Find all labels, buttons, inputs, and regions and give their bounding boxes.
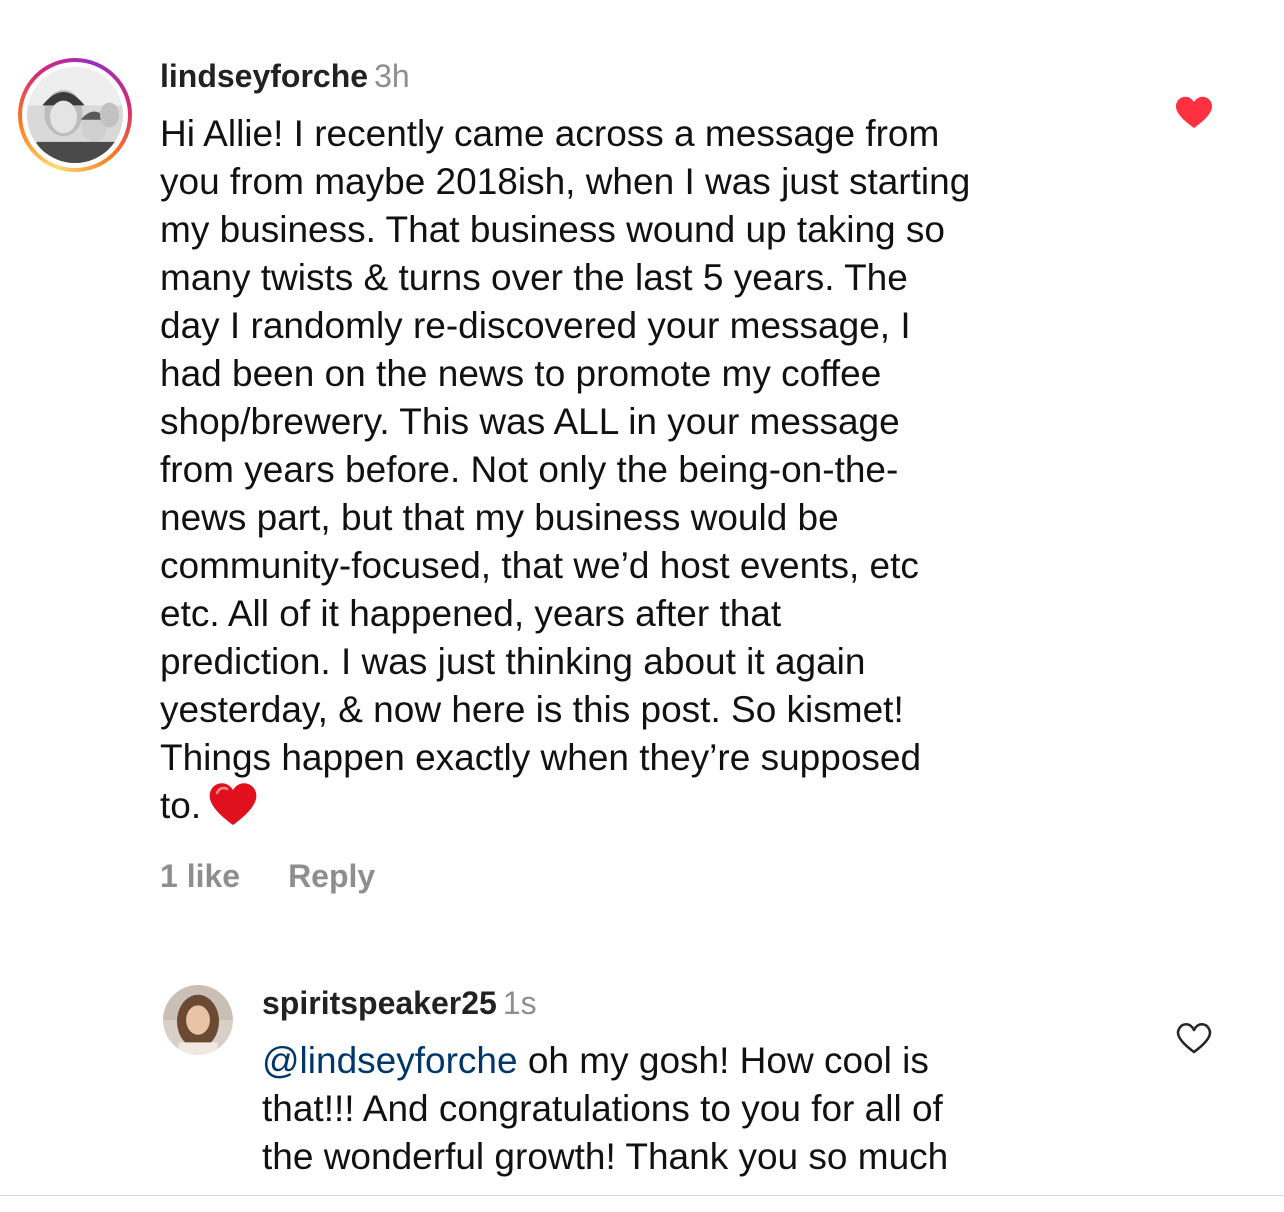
comment-line: etc. All of it happened, years after tha… <box>160 593 782 634</box>
red-heart-emoji <box>209 783 257 826</box>
comment-header: lindseyforche 3h <box>160 56 410 96</box>
comment-line: the wonderful growth! Thank you so much <box>262 1136 949 1177</box>
comment-actions: 1 like Reply <box>160 856 375 896</box>
mention-link[interactable]: @lindseyforche <box>262 1040 518 1081</box>
heart-outline-icon[interactable] <box>1174 1020 1214 1056</box>
comment-line: had been on the news to promote my coffe… <box>160 353 882 394</box>
comment-text: @lindseyforche oh my gosh! How cool is t… <box>262 1037 948 1181</box>
comments-screen: lindseyforche 3h Hi Allie! I recently cam… <box>0 0 1284 1212</box>
timestamp: 1s <box>502 985 537 1021</box>
comment-line: shop/brewery. This was ALL in your messa… <box>160 401 900 442</box>
bottom-divider <box>0 1195 1284 1196</box>
comment-line-last: to. <box>160 782 970 830</box>
heart-filled-icon[interactable] <box>1174 94 1214 130</box>
comment-line: many twists & turns over the last 5 year… <box>160 257 908 298</box>
timestamp: 3h <box>374 58 410 94</box>
comment-line: you from maybe 2018ish, when I was just … <box>160 161 971 202</box>
avatar-spiritspeaker25[interactable] <box>163 985 233 1055</box>
username[interactable]: lindseyforche <box>160 58 368 94</box>
comment-header: spiritspeaker25 1s <box>262 983 537 1023</box>
username[interactable]: spiritspeaker25 <box>262 985 497 1021</box>
comment-text: Hi Allie! I recently came across a messa… <box>160 110 970 830</box>
reply-button[interactable]: Reply <box>288 856 375 896</box>
comment-line: my business. That business wound up taki… <box>160 209 945 250</box>
comment-line: Things happen exactly when they’re suppo… <box>160 737 922 778</box>
comment-line-first: @lindseyforche oh my gosh! How cool is <box>262 1040 929 1081</box>
comment-line: that!!! And congratulations to you for a… <box>262 1088 943 1129</box>
comment-line: yesterday, & now here is this post. So k… <box>160 689 904 730</box>
comment-line: news part, but that my business would be <box>160 497 839 538</box>
comment-line: Hi Allie! I recently came across a messa… <box>160 113 940 154</box>
likes-count[interactable]: 1 like <box>160 856 240 896</box>
comment-line: from years before. Not only the being-on… <box>160 449 899 490</box>
comment-line: prediction. I was just thinking about it… <box>160 641 866 682</box>
profile-photo <box>163 985 233 1055</box>
comment-line: community-focused, that we’d host events… <box>160 545 919 586</box>
avatar-lindseyforche[interactable] <box>18 58 132 172</box>
comment-line: day I randomly re-discovered your messag… <box>160 305 911 346</box>
profile-photo <box>27 67 123 163</box>
